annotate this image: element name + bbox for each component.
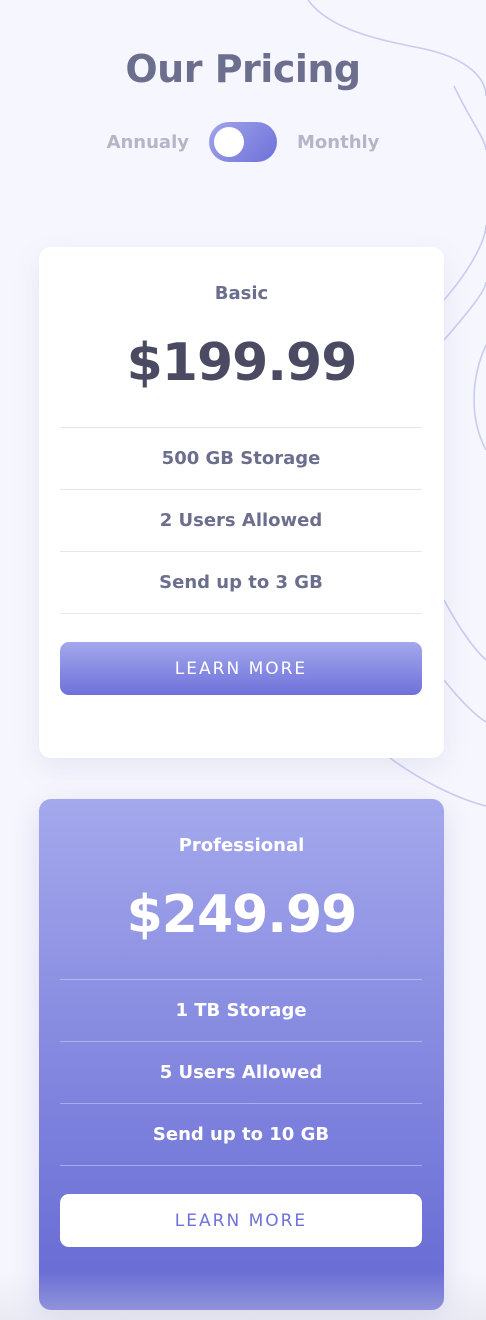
feature-item: 2 Users Allowed <box>60 490 422 552</box>
feature-list: 500 GB Storage 2 Users Allowed Send up t… <box>60 427 422 614</box>
learn-more-button-basic[interactable]: LEARN MORE <box>60 642 422 695</box>
billing-period-toggle[interactable] <box>209 122 277 162</box>
learn-more-button-professional[interactable]: LEARN MORE <box>60 1194 422 1247</box>
billing-toggle-row: Annualy Monthly <box>0 120 486 164</box>
plan-price: $199.99 <box>126 333 358 393</box>
plan-price: $249.99 <box>126 885 358 945</box>
pricing-card-professional: Professional $249.99 1 TB Storage 5 User… <box>39 799 444 1310</box>
feature-item: 1 TB Storage <box>60 979 422 1042</box>
feature-list: 1 TB Storage 5 Users Allowed Send up to … <box>60 979 422 1166</box>
monthly-label[interactable]: Monthly <box>297 132 385 153</box>
feature-item: 500 GB Storage <box>60 427 422 490</box>
feature-item: 5 Users Allowed <box>60 1042 422 1104</box>
pricing-page: Our Pricing Annualy Monthly Basic $199.9… <box>0 0 486 1320</box>
pricing-card-basic: Basic $199.99 500 GB Storage 2 Users All… <box>39 247 444 758</box>
feature-item: Send up to 3 GB <box>60 552 422 614</box>
plan-name: Professional <box>178 835 305 856</box>
toggle-knob <box>214 127 244 157</box>
plan-name: Basic <box>214 283 269 304</box>
annually-label[interactable]: Annualy <box>101 132 189 153</box>
page-title: Our Pricing <box>125 47 361 92</box>
feature-item: Send up to 10 GB <box>60 1104 422 1166</box>
